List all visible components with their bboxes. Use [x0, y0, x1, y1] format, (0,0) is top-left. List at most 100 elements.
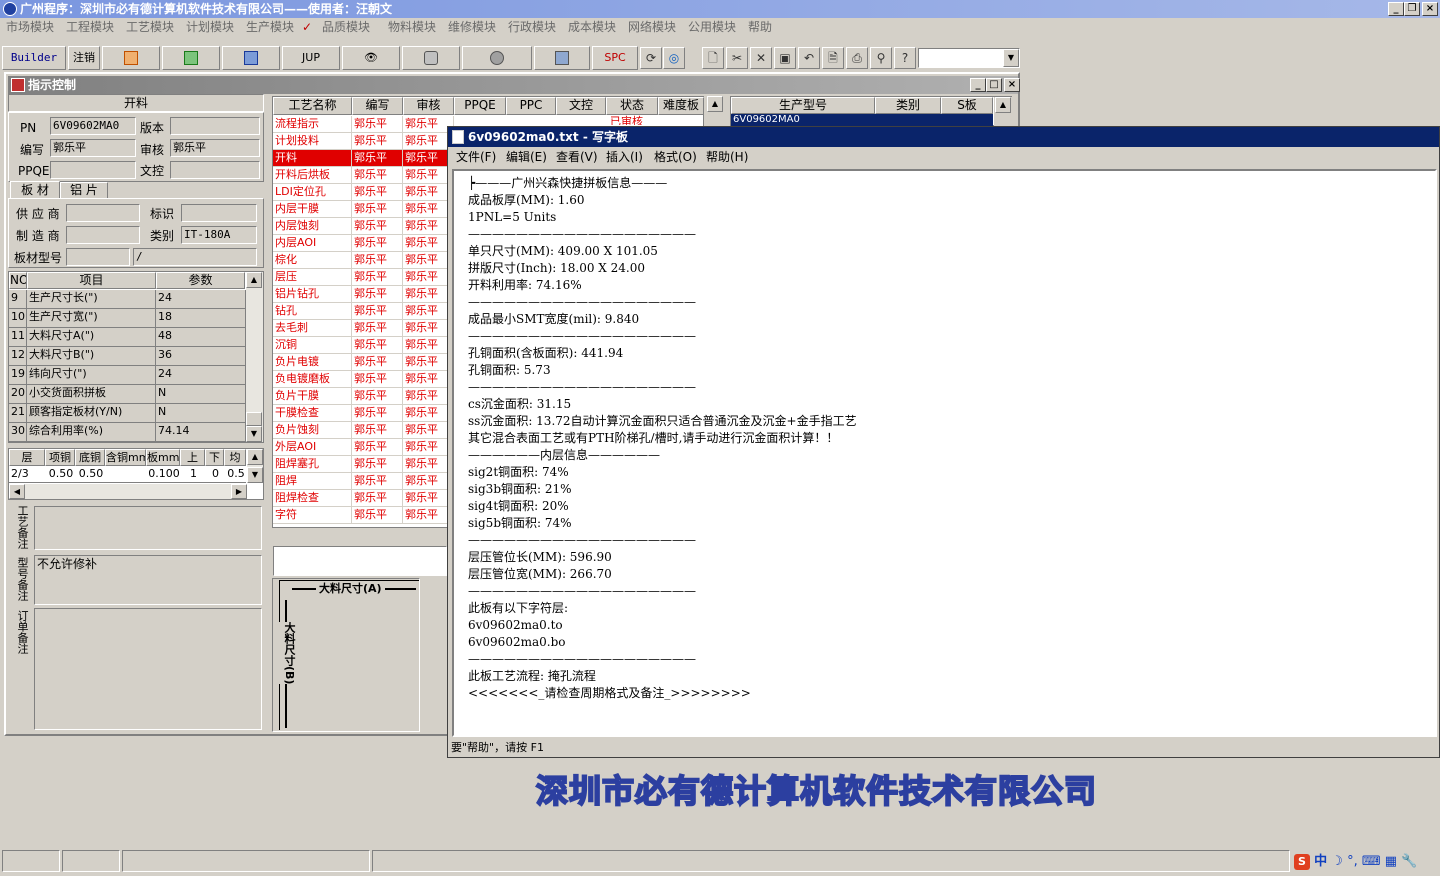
menu-engineering[interactable]: 工程模块	[66, 18, 114, 36]
child-close-icon[interactable]: ×	[1004, 78, 1020, 92]
sogou-icon[interactable]: S	[1294, 854, 1310, 870]
process-header[interactable]: PPC	[506, 97, 556, 115]
menu-process[interactable]: 工艺模块	[126, 18, 174, 36]
process-search-field[interactable]	[273, 546, 447, 576]
model-scrollbar[interactable]: ▲	[994, 97, 1012, 126]
wp-menu-help[interactable]: 帮助(H)	[706, 147, 748, 167]
cut-button[interactable]: ✂	[726, 47, 748, 69]
process-scroll-up-icon[interactable]: ▲	[707, 96, 723, 112]
param-no[interactable]: 10	[9, 309, 27, 328]
editor-field[interactable]: 郭乐平	[50, 139, 136, 157]
wp-menu-edit[interactable]: 编辑(E)	[506, 147, 547, 167]
layer-cell[interactable]: 1	[180, 466, 205, 483]
menu-market[interactable]: 市场模块	[6, 18, 54, 36]
process-header[interactable]: PPQE	[454, 97, 506, 115]
reviewer-field[interactable]: 郭乐平	[170, 139, 260, 157]
layer-hscroll[interactable]: ◀ ▶	[9, 484, 247, 499]
scroll-up-icon[interactable]: ▲	[246, 272, 262, 288]
param-value[interactable]: 36	[156, 347, 246, 366]
docctrl-field[interactable]	[170, 161, 260, 179]
param-item[interactable]: 生产尺寸宽(")	[27, 309, 156, 328]
params-scrollbar[interactable]: ▲ ▼	[246, 272, 263, 442]
database-button[interactable]	[402, 46, 460, 70]
chevron-down-icon[interactable]: ▼	[1003, 49, 1019, 67]
print-button[interactable]: ⎙	[846, 47, 868, 69]
layer-cell[interactable]: 0.50	[45, 466, 75, 483]
param-no[interactable]: 12	[9, 347, 27, 366]
wp-menu-format[interactable]: 格式(O)	[654, 147, 697, 167]
param-value[interactable]: N	[156, 385, 246, 404]
layer-vscroll[interactable]: ▲ ▼	[247, 449, 263, 483]
layer-cell[interactable]	[105, 466, 146, 483]
process-header[interactable]: 编写	[352, 97, 403, 115]
wrench-icon[interactable]: 🔧	[1401, 854, 1417, 869]
order-note-field[interactable]	[34, 608, 262, 730]
model-field[interactable]	[66, 248, 130, 266]
process-header[interactable]: 工艺名称	[273, 97, 352, 115]
menu-production[interactable]: 生产模块	[246, 18, 294, 36]
param-no[interactable]: 19	[9, 366, 27, 385]
scroll-thumb[interactable]	[246, 412, 262, 426]
scroll-down-icon[interactable]: ▼	[246, 426, 262, 442]
model-note-field[interactable]: 不允许修补	[34, 555, 262, 605]
minimize-icon[interactable]: _	[1388, 2, 1404, 16]
scroll-left-icon[interactable]: ◀	[9, 484, 25, 499]
supplier-field[interactable]	[66, 204, 140, 222]
param-item[interactable]: 大料尺寸B(")	[27, 347, 156, 366]
find-button[interactable]: ⚲	[870, 47, 892, 69]
keyboard-icon[interactable]: ⌨	[1362, 854, 1381, 869]
browser-button[interactable]: ◎	[663, 47, 685, 69]
param-item[interactable]: 生产尺寸长(")	[27, 290, 156, 309]
punct-icon[interactable]: °,	[1347, 854, 1358, 869]
layer-cell[interactable]: 2/3	[9, 466, 45, 483]
process-header[interactable]: 文控	[556, 97, 606, 115]
model-row-selected[interactable]: 6V09602MA0	[731, 114, 993, 126]
eye-button[interactable]: 👁	[342, 46, 400, 70]
param-value[interactable]: 24	[156, 290, 246, 309]
menu-quality[interactable]: 品质模块	[322, 18, 370, 36]
wp-menu-insert[interactable]: 插入(I)	[606, 147, 643, 167]
model-field-2[interactable]: /	[133, 248, 257, 266]
process-note-field[interactable]	[34, 506, 262, 550]
wordpad-document[interactable]: ┝———广州兴森快捷拼板信息——— 成品板厚(MM): 1.60 1PNL=5 Un…	[452, 169, 1437, 737]
param-no[interactable]: 20	[9, 385, 27, 404]
param-no[interactable]: 11	[9, 328, 27, 347]
scroll-right-icon[interactable]: ▶	[231, 484, 247, 499]
menu-plan[interactable]: 计划模块	[186, 18, 234, 36]
preview-button[interactable]: 🗎	[822, 47, 844, 69]
close-icon[interactable]: ×	[1422, 2, 1438, 16]
layer-scroll-up-icon[interactable]: ▲	[247, 449, 263, 465]
version-field[interactable]	[170, 117, 260, 135]
new-button[interactable]: 🗋	[702, 47, 724, 69]
param-no[interactable]: 9	[9, 290, 27, 309]
maker-field[interactable]	[66, 226, 140, 244]
param-value[interactable]: 48	[156, 328, 246, 347]
layer-cell[interactable]: 0.50	[75, 466, 105, 483]
param-value[interactable]: 18	[156, 309, 246, 328]
restore-icon[interactable]: ❐	[1404, 2, 1420, 16]
param-value[interactable]: 24	[156, 366, 246, 385]
param-value[interactable]: 74.14	[156, 423, 246, 442]
wp-menu-view[interactable]: 查看(V)	[556, 147, 598, 167]
menu-cost[interactable]: 成本模块	[568, 18, 616, 36]
menu-network[interactable]: 网络模块	[628, 18, 676, 36]
network-button[interactable]	[462, 46, 532, 70]
param-item[interactable]: 综合利用率(%)	[27, 423, 156, 442]
layer-cell[interactable]: 0.100	[146, 466, 180, 483]
moon-icon[interactable]: ☽	[1331, 854, 1343, 869]
process-scrollbar[interactable]: ▲	[706, 96, 724, 126]
layer-cell[interactable]: 0.5	[224, 466, 246, 483]
tab-board[interactable]: 板 材	[10, 181, 60, 199]
param-no[interactable]: 30	[9, 423, 27, 442]
wp-menu-file[interactable]: 文件(F)	[456, 147, 496, 167]
ppqe-field[interactable]	[50, 161, 136, 179]
computer-button[interactable]	[534, 46, 590, 70]
jup-button[interactable]: JUP	[282, 46, 340, 70]
word-button[interactable]	[222, 46, 280, 70]
help-button[interactable]: ?	[894, 47, 916, 69]
param-item[interactable]: 小交货面积拼板	[27, 385, 156, 404]
param-item[interactable]: 顾客指定板材(Y/N)	[27, 404, 156, 423]
param-no[interactable]: 21	[9, 404, 27, 423]
param-value[interactable]: N	[156, 404, 246, 423]
spc-button[interactable]: SPC	[592, 46, 638, 70]
